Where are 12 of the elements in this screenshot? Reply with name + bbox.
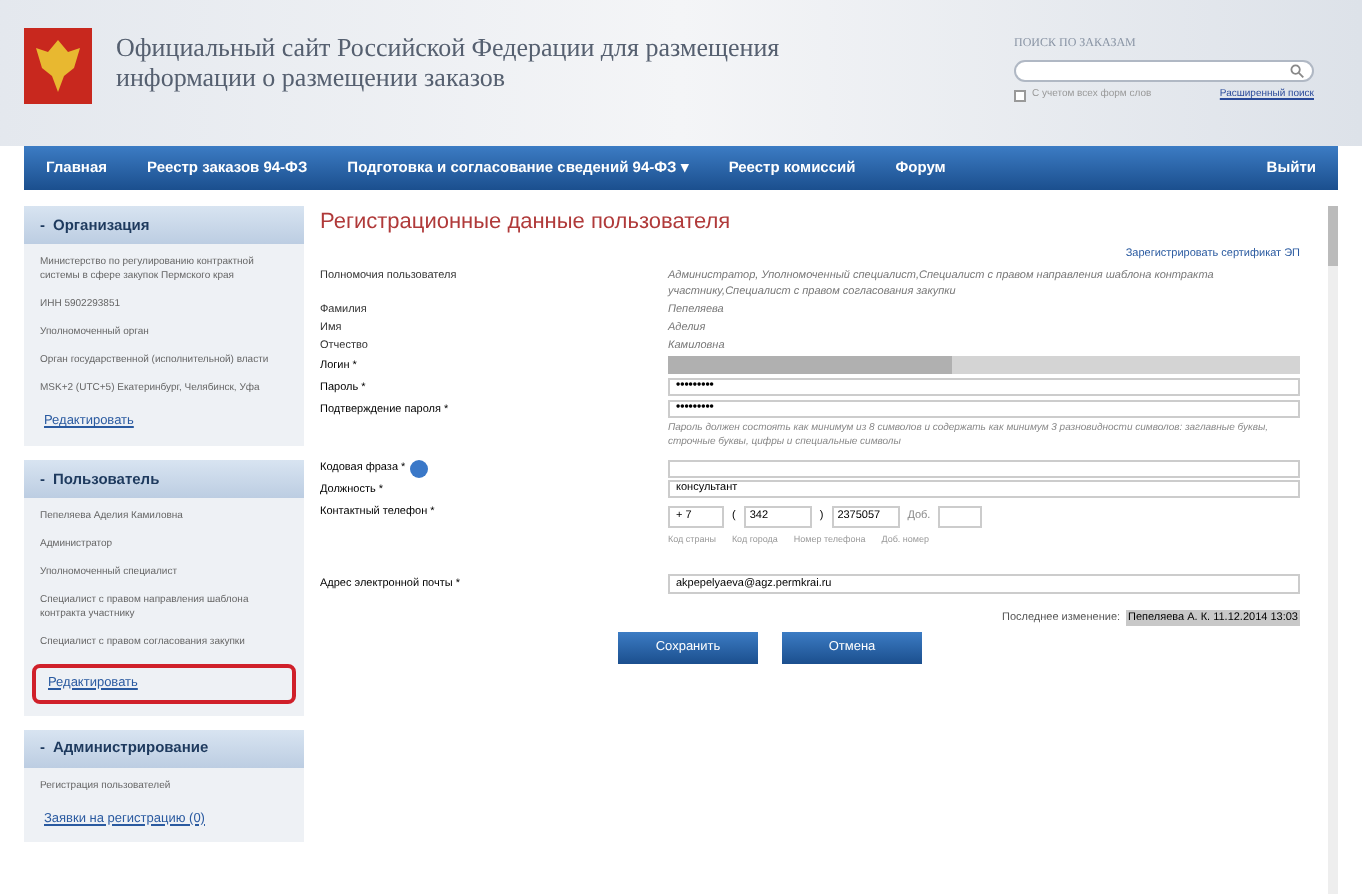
- site-title: Официальный сайт Российской Федерации для размещения: [116, 32, 782, 62]
- scrollbar[interactable]: [1328, 206, 1338, 894]
- checkbox[interactable]: [1014, 89, 1026, 102]
- help-icon[interactable]: [409, 459, 428, 478]
- page-title: Регистрационные данные пользователя: [320, 208, 733, 238]
- code-phrase-field[interactable]: [668, 459, 1300, 478]
- login-field[interactable]: [668, 355, 1300, 374]
- extension-field[interactable]: [938, 505, 983, 528]
- site-title: информации о размещении заказов: [116, 62, 508, 92]
- coat-of-arms-icon: [24, 28, 92, 104]
- search-field[interactable]: [1014, 60, 1314, 82]
- search-icon: [1290, 64, 1304, 78]
